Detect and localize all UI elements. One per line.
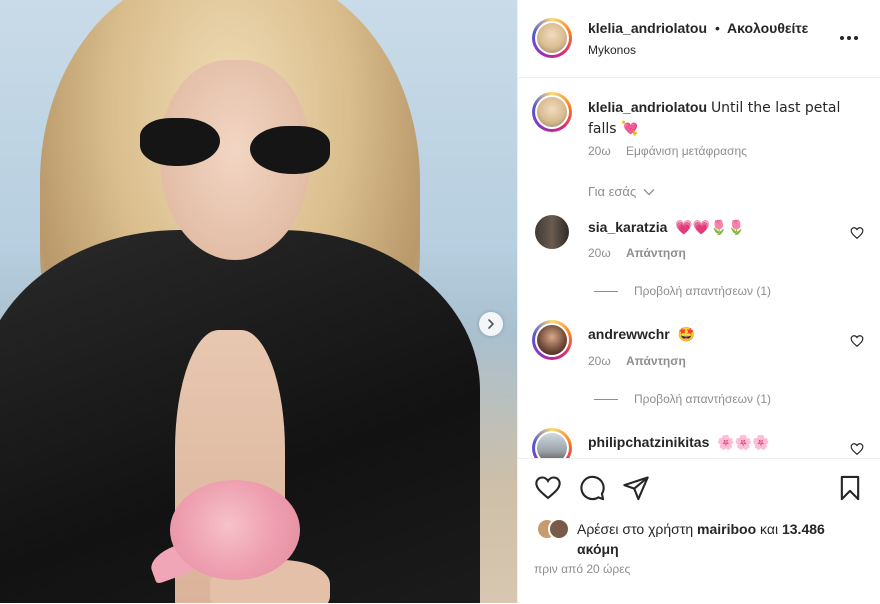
- comment-text: andrewwchr 🤩: [588, 326, 695, 343]
- commenter-username[interactable]: andrewwchr: [588, 326, 670, 342]
- see-translation-link[interactable]: Εμφάνιση μετάφρασης: [626, 144, 747, 158]
- likes-summary[interactable]: Αρέσει στο χρήστη mairiboo και 13.486 ακ…: [577, 519, 867, 559]
- comment-time[interactable]: 20ω: [588, 246, 611, 260]
- reply-button[interactable]: Απάντηση: [626, 246, 686, 260]
- commenter-avatar[interactable]: [532, 428, 572, 458]
- chevron-right-icon: [488, 319, 494, 329]
- heart-icon[interactable]: [850, 334, 864, 348]
- save-bookmark-icon[interactable]: [836, 474, 864, 502]
- liker-avatar[interactable]: [548, 518, 570, 540]
- author-avatar[interactable]: [532, 18, 572, 58]
- commenter-avatar[interactable]: [532, 320, 572, 360]
- for-you-filter[interactable]: Για εσάς: [588, 184, 655, 199]
- reply-button[interactable]: Απάντηση: [626, 354, 686, 368]
- follow-status-button[interactable]: Ακολουθείτε: [727, 20, 808, 36]
- chevron-down-icon: [643, 189, 655, 196]
- comment-text: philipchatzinikitas 🌸🌸🌸: [588, 434, 770, 451]
- likes-middle: και: [760, 521, 779, 537]
- view-replies-label: Προβολή απαντήσεων (1): [634, 284, 772, 298]
- comment-bubble-icon[interactable]: [578, 474, 606, 502]
- view-replies-button[interactable]: Προβολή απαντήσεων (1): [594, 392, 771, 406]
- share-send-icon[interactable]: [622, 474, 650, 502]
- comments-section[interactable]: klelia_andriolatou Until the last petal …: [518, 78, 880, 458]
- comment-body: 🌸🌸🌸: [717, 435, 770, 451]
- likes-prefix: Αρέσει στο χρήστη: [577, 521, 694, 537]
- comment-body: 💗💗🌷🌷: [675, 220, 746, 236]
- commenter-avatar[interactable]: [535, 215, 569, 249]
- heart-icon[interactable]: [850, 226, 864, 240]
- more-options-button[interactable]: [838, 27, 860, 49]
- post-timestamp[interactable]: πριν από 20 ώρες: [534, 562, 630, 576]
- caption-avatar[interactable]: [532, 92, 572, 132]
- likes-user[interactable]: mairiboo: [697, 521, 756, 537]
- photo-rose: [170, 480, 300, 580]
- commenter-username[interactable]: philipchatzinikitas: [588, 434, 709, 450]
- comment-body: 🤩: [677, 327, 696, 343]
- for-you-label: Για εσάς: [588, 184, 637, 199]
- comment-time[interactable]: 20ω: [588, 354, 611, 368]
- likes-count[interactable]: 13.486: [782, 521, 825, 537]
- caption-time[interactable]: 20ω: [588, 144, 611, 158]
- post-side-panel: klelia_andriolatou • Ακολουθείτε Mykonos…: [517, 0, 880, 603]
- author-username[interactable]: klelia_andriolatou: [588, 20, 707, 36]
- header-separator: •: [715, 20, 720, 36]
- more-horizontal-icon: [840, 36, 858, 40]
- like-heart-icon[interactable]: [534, 474, 562, 502]
- post-actions: Αρέσει στο χρήστη mairiboo και 13.486 ακ…: [518, 458, 880, 604]
- commenter-username[interactable]: sia_karatzia: [588, 219, 667, 235]
- caption-username[interactable]: klelia_andriolatou: [588, 99, 707, 115]
- view-replies-button[interactable]: Προβολή απαντήσεων (1): [594, 284, 771, 298]
- instagram-post: klelia_andriolatou • Ακολουθείτε Mykonos…: [0, 0, 880, 603]
- next-image-button[interactable]: [479, 312, 503, 336]
- post-location[interactable]: Mykonos: [588, 43, 636, 57]
- likes-suffix[interactable]: ακόμη: [577, 541, 619, 557]
- view-replies-label: Προβολή απαντήσεων (1): [634, 392, 772, 406]
- post-header: klelia_andriolatou • Ακολουθείτε Mykonos: [518, 0, 880, 78]
- photo-sunglasses-right: [250, 126, 330, 174]
- post-photo[interactable]: [0, 0, 517, 603]
- comment-text: sia_karatzia 💗💗🌷🌷: [588, 219, 745, 236]
- heart-icon[interactable]: [850, 442, 864, 456]
- caption: klelia_andriolatou Until the last petal …: [588, 97, 848, 139]
